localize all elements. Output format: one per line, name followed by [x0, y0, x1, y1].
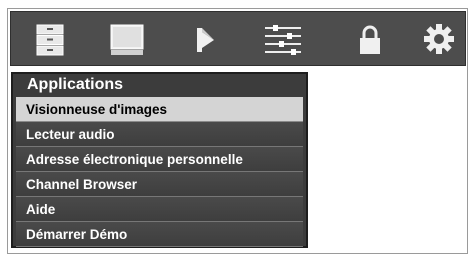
sliders-icon[interactable]: [261, 12, 305, 67]
speaker-icon[interactable]: [185, 12, 229, 67]
menu-title: Applications: [13, 74, 306, 96]
menu-item-personal-email[interactable]: Adresse électronique personnelle: [16, 147, 303, 172]
menu-item-help[interactable]: Aide: [16, 197, 303, 222]
menu-item-image-viewer[interactable]: Visionneuse d'images: [16, 97, 303, 122]
menu-item-channel-browser[interactable]: Channel Browser: [16, 172, 303, 197]
settings-icon-bar: [10, 11, 466, 66]
menu-item-audio-player[interactable]: Lecteur audio: [16, 122, 303, 147]
list-icon[interactable]: [28, 12, 72, 67]
gear-icon[interactable]: [417, 12, 461, 67]
lock-icon[interactable]: [348, 12, 392, 67]
menu-item-start-demo[interactable]: Démarrer Démo: [16, 222, 303, 247]
applications-menu: Applications Visionneuse d'images Lecteu…: [11, 72, 308, 248]
monitor-icon[interactable]: [105, 12, 149, 67]
